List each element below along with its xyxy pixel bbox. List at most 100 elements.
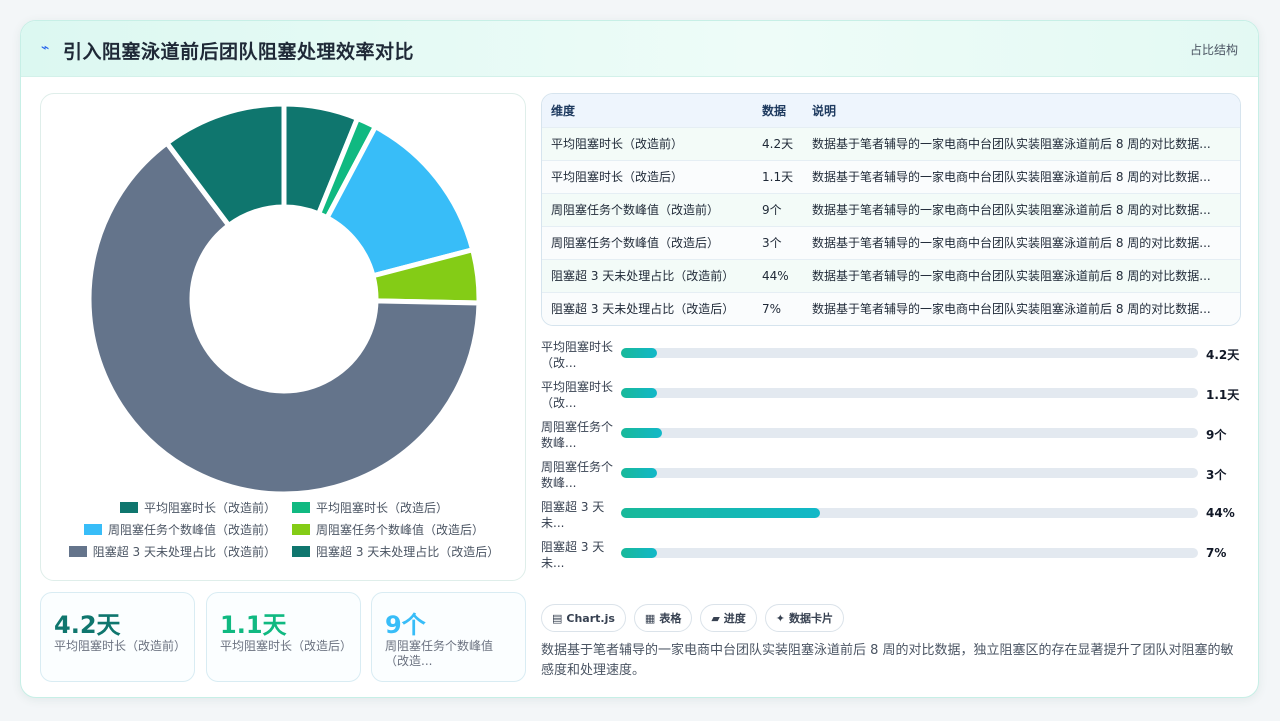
legend-label: 周阻塞任务个数峰值（改造后） — [316, 522, 485, 537]
lightning-icon: ⌁ — [41, 40, 50, 56]
column-header-data: 数据 — [762, 103, 787, 118]
table-cell: 周阻塞任务个数峰值（改造后） — [542, 225, 753, 259]
progress-track — [621, 468, 1198, 478]
table-cell: 数据基于笔者辅导的一家电商中台团队实装阻塞泳道前后 8 周的对比数据... — [803, 258, 1240, 292]
donut-chart — [86, 101, 482, 494]
table-cell: 数据基于笔者辅导的一家电商中台团队实装阻塞泳道前后 8 周的对比数据... — [803, 192, 1240, 226]
page-title: 引入阻塞泳道前后团队阻塞处理效率对比 — [63, 41, 415, 63]
legend-item[interactable]: 平均阻塞时长（改造后） — [292, 499, 448, 516]
progress-value: 9个 — [1206, 428, 1227, 442]
progress-value: 3个 — [1206, 468, 1227, 482]
legend-swatch — [119, 501, 138, 513]
legend-swatch — [292, 501, 310, 513]
table-header-row: 维度 数据 说明 — [542, 94, 1240, 127]
kpi-card: 4.2天 平均阻塞时长（改造前） — [40, 592, 195, 682]
kpi-card: 1.1天 平均阻塞时长（改造后） — [206, 592, 361, 682]
table-row: 阻塞超 3 天未处理占比（改造后） 7% 数据基于笔者辅导的一家电商中台团队实装阻塞… — [542, 291, 1240, 325]
table-cell: 1.1天 — [753, 159, 803, 193]
legend-item[interactable]: 周阻塞任务个数峰值（改造前） — [83, 521, 276, 538]
table-cell: 9个 — [753, 192, 803, 226]
progress-icon: ▰ — [711, 611, 720, 625]
chip-chartjs[interactable]: ▤ Chart.js — [541, 604, 626, 632]
progress-row: 平均阻塞时长（改... 1.1天 — [541, 379, 1241, 413]
progress-track — [621, 548, 1198, 558]
legend-swatch — [292, 523, 310, 535]
table-cell: 周阻塞任务个数峰值（改造前） — [542, 192, 753, 226]
sparkle-icon: ✦ — [775, 611, 786, 625]
progress-fill — [621, 508, 821, 518]
table-cell: 7% — [753, 291, 803, 325]
legend-label: 平均阻塞时长（改造前） — [143, 500, 276, 515]
dashboard-card: ⌁ 引入阻塞泳道前后团队阻塞处理效率对比 占比结构 平均阻塞时长（改造前） 平均… — [20, 20, 1259, 698]
chip-label: 表格 — [659, 612, 682, 625]
table-row: 阻塞超 3 天未处理占比（改造前） 44% 数据基于笔者辅导的一家电商中台团队实装阻… — [542, 258, 1240, 292]
table-cell: 44% — [753, 258, 803, 292]
progress-label: 平均阻塞时长（改... — [541, 380, 614, 410]
table-cell: 数据基于笔者辅导的一家电商中台团队实装阻塞泳道前后 8 周的对比数据... — [803, 159, 1240, 193]
legend-label: 阻塞超 3 天未处理占比（改造前） — [92, 544, 276, 559]
chip-data-cards[interactable]: ✦ 数据卡片 — [764, 604, 845, 632]
table-row: 周阻塞任务个数峰值（改造后） 3个 数据基于笔者辅导的一家电商中台团队实装阻塞泳道前… — [542, 225, 1240, 259]
table-cell: 数据基于笔者辅导的一家电商中台团队实装阻塞泳道前后 8 周的对比数据... — [803, 291, 1240, 325]
progress-fill — [621, 548, 657, 558]
table-cell: 阻塞超 3 天未处理占比（改造前） — [542, 258, 753, 292]
chip-label: 进度 — [723, 612, 746, 625]
kpi-label: 平均阻塞时长（改造后） — [220, 639, 353, 653]
table-row: 平均阻塞时长（改造后） 1.1天 数据基于笔者辅导的一家电商中台团队实装阻塞泳道前后… — [542, 159, 1240, 193]
donut-chart-panel: 平均阻塞时长（改造前） 平均阻塞时长（改造后） 周阻塞任务个数峰值（改造前） 周… — [40, 93, 526, 581]
kpi-value: 9个 — [385, 611, 426, 639]
chart-icon: ▤ — [552, 611, 563, 625]
progress-fill — [621, 348, 657, 358]
table-icon: ▦ — [644, 611, 656, 625]
progress-label: 周阻塞任务个数峰... — [541, 420, 614, 450]
progress-value: 7% — [1206, 546, 1227, 560]
summary-note: 数据基于笔者辅导的一家电商中台团队实装阻塞泳道前后 8 周的对比数据，独立阻塞区… — [541, 643, 1234, 678]
kpi-value: 1.1天 — [220, 611, 287, 639]
progress-row: 周阻塞任务个数峰... 9个 — [541, 419, 1241, 453]
legend-item[interactable]: 周阻塞任务个数峰值（改造后） — [292, 521, 484, 538]
legend-label: 平均阻塞时长（改造后） — [316, 500, 449, 515]
table-cell: 阻塞超 3 天未处理占比（改造后） — [542, 291, 753, 325]
progress-label: 阻塞超 3 天未... — [541, 500, 605, 530]
card-header: ⌁ 引入阻塞泳道前后团队阻塞处理效率对比 占比结构 — [21, 21, 1258, 77]
column-header-description: 说明 — [812, 103, 837, 118]
chip-label: Chart.js — [566, 611, 615, 625]
progress-label: 周阻塞任务个数峰... — [541, 460, 614, 490]
table-cell: 4.2天 — [753, 126, 803, 160]
kpi-value: 4.2天 — [54, 611, 121, 639]
table-cell: 平均阻塞时长（改造后） — [542, 159, 753, 193]
legend-label: 阻塞超 3 天未处理占比（改造后） — [316, 544, 500, 559]
chip-table[interactable]: ▦ 表格 — [633, 604, 693, 632]
kpi-label: 周阻塞任务个数峰值（改造... — [385, 639, 494, 668]
progress-value: 1.1天 — [1206, 388, 1240, 402]
legend-item[interactable]: 平均阻塞时长（改造前） — [119, 499, 276, 516]
table-row: 平均阻塞时长（改造前） 4.2天 数据基于笔者辅导的一家电商中台团队实装阻塞泳道前后… — [542, 126, 1240, 160]
kpi-card: 9个 周阻塞任务个数峰值（改造... — [371, 592, 526, 682]
progress-row: 平均阻塞时长（改... 4.2天 — [541, 339, 1241, 373]
legend-swatch — [292, 545, 310, 557]
table-row: 周阻塞任务个数峰值（改造前） 9个 数据基于笔者辅导的一家电商中台团队实装阻塞泳道前… — [542, 192, 1240, 226]
progress-label: 平均阻塞时长（改... — [541, 340, 614, 370]
progress-row: 阻塞超 3 天未... 44% — [541, 499, 1241, 533]
progress-track — [621, 508, 1198, 518]
progress-value: 4.2天 — [1206, 348, 1240, 362]
chip-progress[interactable]: ▰ 进度 — [700, 604, 757, 632]
legend-swatch — [68, 545, 87, 557]
progress-label: 阻塞超 3 天未... — [541, 540, 605, 570]
data-table-panel: 维度 数据 说明 平均阻塞时长（改造前） 4.2天 数据基于笔者辅导的一家电商中台团… — [541, 93, 1241, 326]
progress-fill — [621, 388, 657, 398]
legend-item[interactable]: 阻塞超 3 天未处理占比（改造前） — [68, 543, 276, 560]
chip-label: 数据卡片 — [789, 612, 834, 625]
table-cell: 3个 — [753, 225, 803, 259]
column-header-dimension: 维度 — [551, 103, 576, 118]
progress-fill — [621, 428, 662, 438]
table-cell: 平均阻塞时长（改造前） — [542, 126, 753, 160]
legend-label: 周阻塞任务个数峰值（改造前） — [107, 522, 276, 537]
progress-row: 阻塞超 3 天未... 7% — [541, 539, 1241, 573]
progress-track — [621, 388, 1198, 398]
kpi-cards: 4.2天 平均阻塞时长（改造前） 1.1天 平均阻塞时长（改造后） 9个 周阻塞… — [40, 592, 526, 682]
data-table: 维度 数据 说明 平均阻塞时长（改造前） 4.2天 数据基于笔者辅导的一家电商中台团… — [542, 94, 1240, 325]
chart-legend: 平均阻塞时长（改造前） 平均阻塞时长（改造后） 周阻塞任务个数峰值（改造前） 周… — [61, 496, 507, 562]
structure-label: 占比结构 — [1189, 43, 1238, 57]
legend-item[interactable]: 阻塞超 3 天未处理占比（改造后） — [292, 543, 499, 560]
